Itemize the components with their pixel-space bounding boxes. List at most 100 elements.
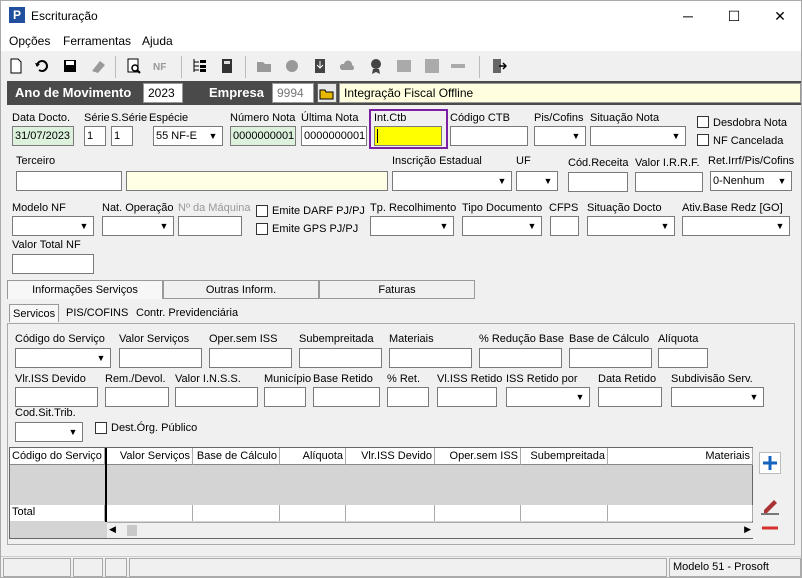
modelo-nf-select[interactable]: ▼ [12, 216, 94, 236]
vl-iss-retido-field[interactable] [437, 387, 497, 407]
materiais-field[interactable] [389, 348, 472, 368]
situacao-nota-select[interactable]: ▼ [590, 126, 686, 146]
grid-header-subempreitada[interactable]: Subempreitada [521, 448, 608, 465]
tab-outras-inform[interactable]: Outras Inform. [163, 280, 319, 299]
certificate-icon[interactable] [367, 57, 385, 75]
chevron-down-icon[interactable]: ▼ [572, 389, 588, 405]
chevron-down-icon[interactable]: ▼ [657, 218, 673, 234]
tipo-documento-select[interactable]: ▼ [462, 216, 542, 236]
maximize-button[interactable]: ☐ [711, 1, 757, 31]
ano-movimento-field[interactable]: 2023 [143, 83, 183, 103]
chevron-down-icon[interactable]: ▼ [76, 218, 92, 234]
tab-informacoes-servicos[interactable]: Informações Serviços [7, 280, 163, 299]
edit-row-button[interactable] [759, 494, 781, 516]
grid-header-aliquota[interactable]: Alíquota [280, 448, 346, 465]
chevron-down-icon[interactable]: ▼ [494, 173, 510, 189]
pis-cofins-select[interactable]: ▼ [534, 126, 586, 146]
scroll-thumb[interactable] [127, 525, 137, 536]
nat-operacao-select[interactable]: ▼ [102, 216, 174, 236]
subtab-servicos[interactable]: Servicos [9, 304, 60, 322]
scroll-left-icon[interactable]: ◀ [109, 524, 116, 535]
valor-total-nf-field[interactable] [12, 254, 94, 274]
eraser-icon[interactable] [89, 57, 107, 75]
minimize-button[interactable]: ─ [665, 1, 711, 31]
municipio-field[interactable] [264, 387, 306, 407]
folder-icon[interactable] [255, 57, 273, 75]
subtab-pis-cofins[interactable]: PIS/COFINS [63, 304, 131, 322]
chevron-down-icon[interactable]: ▼ [568, 128, 584, 144]
grid-header-base-calculo[interactable]: Base de Cálculo [193, 448, 280, 465]
s-serie-field[interactable]: 1 [111, 126, 133, 146]
cod-receita-field[interactable] [568, 172, 628, 192]
grid-header-oper-sem-iss[interactable]: Oper.sem ISS [435, 448, 521, 465]
chevron-down-icon[interactable]: ▼ [668, 128, 684, 144]
chevron-down-icon[interactable]: ▼ [156, 218, 172, 234]
inscricao-estadual-select[interactable]: ▼ [392, 171, 512, 191]
iss-retido-por-select[interactable]: ▼ [506, 387, 590, 407]
uf-select[interactable]: ▼ [516, 171, 558, 191]
especie-select[interactable]: 55 NF-E ▼ [153, 126, 223, 146]
perc-reducao-field[interactable] [479, 348, 562, 368]
open-folder-button[interactable] [317, 83, 337, 103]
grid-header-codigo-servico[interactable]: Código do Serviço [10, 448, 105, 465]
serie-field[interactable]: 1 [84, 126, 106, 146]
base-retido-field[interactable] [313, 387, 380, 407]
scroll-right-icon[interactable]: ▶ [744, 524, 751, 535]
menu-ferramentas[interactable]: Ferramentas [63, 34, 131, 48]
menu-ajuda[interactable]: Ajuda [142, 34, 173, 48]
close-button[interactable]: ✕ [757, 1, 801, 31]
chevron-down-icon[interactable]: ▼ [540, 173, 556, 189]
data-retido-field[interactable] [598, 387, 662, 407]
undo-icon[interactable] [33, 57, 51, 75]
chevron-down-icon[interactable]: ▼ [205, 128, 221, 144]
nfe-icon[interactable]: NF [153, 57, 171, 75]
menu-opcoes[interactable]: Opções [9, 34, 50, 48]
emite-gps-checkbox[interactable] [256, 223, 268, 235]
subdivisao-select[interactable]: ▼ [671, 387, 764, 407]
base-calculo-field[interactable] [569, 348, 652, 368]
desdobra-nota-checkbox[interactable] [697, 116, 709, 128]
tree-list-icon[interactable] [191, 57, 209, 75]
chevron-down-icon[interactable]: ▼ [772, 218, 788, 234]
chevron-down-icon[interactable]: ▼ [746, 389, 762, 405]
add-row-button[interactable] [759, 452, 781, 474]
ativ-base-select[interactable]: ▼ [682, 216, 790, 236]
minus-bar-icon[interactable] [449, 57, 467, 75]
empresa-code-field[interactable]: 9994 [272, 83, 314, 103]
table-icon[interactable] [395, 57, 413, 75]
import-icon[interactable] [311, 57, 329, 75]
num-maquina-field[interactable] [178, 216, 242, 236]
int-ctb-field[interactable] [374, 126, 442, 146]
tp-recolhimento-select[interactable]: ▼ [370, 216, 454, 236]
ultima-nota-field[interactable]: 0000000001 [301, 126, 367, 146]
terceiro-code-field[interactable] [16, 171, 122, 191]
situacao-docto-select[interactable]: ▼ [587, 216, 675, 236]
valor-servicos-field[interactable] [119, 348, 202, 368]
codigo-servico-select[interactable]: ▼ [15, 348, 111, 368]
cod-sit-trib-select[interactable]: ▼ [15, 422, 83, 442]
grid-horizontal-scrollbar[interactable]: ◀ ▶ [107, 522, 753, 538]
delete-row-button[interactable] [759, 517, 781, 539]
block-icon[interactable] [423, 57, 441, 75]
chevron-down-icon[interactable]: ▼ [436, 218, 452, 234]
nf-cancelada-checkbox[interactable] [697, 134, 709, 146]
numero-nota-field[interactable]: 0000000001 [230, 126, 296, 146]
cloud-icon[interactable] [339, 57, 357, 75]
save-icon[interactable] [61, 57, 79, 75]
print-preview-icon[interactable] [125, 57, 143, 75]
vlr-iss-devido-field[interactable] [15, 387, 98, 407]
oper-sem-iss-field[interactable] [209, 348, 292, 368]
emite-darf-checkbox[interactable] [256, 205, 268, 217]
grid-header-materiais[interactable]: Materiais [608, 448, 753, 465]
grid-header-valor-servicos[interactable]: Valor Serviços [107, 448, 193, 465]
chevron-down-icon[interactable]: ▼ [93, 350, 109, 366]
new-doc-icon[interactable] [7, 57, 25, 75]
chevron-down-icon[interactable]: ▼ [524, 218, 540, 234]
chevron-down-icon[interactable]: ▼ [774, 173, 790, 189]
tab-faturas[interactable]: Faturas [319, 280, 475, 299]
data-docto-field[interactable]: 31/07/2023 [12, 126, 74, 146]
ret-irrf-select[interactable]: 0-Nenhum ▼ [710, 171, 792, 191]
rem-devol-field[interactable] [105, 387, 169, 407]
aliquota-field[interactable] [658, 348, 708, 368]
calculator-icon[interactable] [219, 57, 237, 75]
